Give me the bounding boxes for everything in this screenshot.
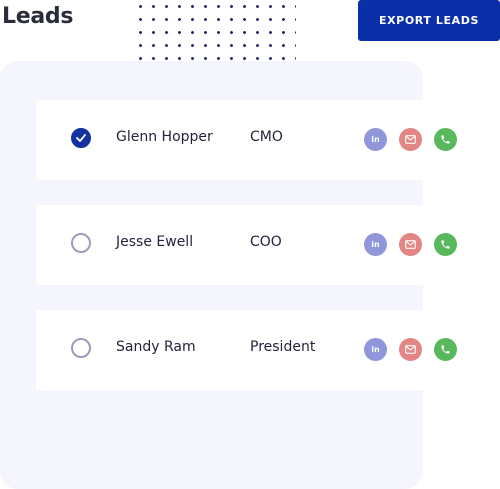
call-button[interactable] xyxy=(434,233,457,256)
call-button[interactable] xyxy=(434,128,457,151)
linkedin-button[interactable]: in xyxy=(364,128,387,151)
linkedin-icon: in xyxy=(371,239,380,249)
lead-name: Glenn Hopper xyxy=(116,129,213,145)
lead-row[interactable]: Glenn Hopper CMO in xyxy=(36,100,500,180)
lead-role: COO xyxy=(250,234,282,250)
linkedin-icon: in xyxy=(371,134,380,144)
phone-icon xyxy=(441,240,450,249)
phone-icon xyxy=(441,135,450,144)
mail-icon xyxy=(405,345,416,354)
lead-role: CMO xyxy=(250,129,283,145)
export-leads-button[interactable]: EXPORT LEADS xyxy=(358,0,500,41)
row-checkbox[interactable] xyxy=(71,338,91,358)
page-title: Leads xyxy=(2,4,74,29)
checkmark-icon xyxy=(76,134,86,142)
lead-row[interactable]: Sandy Ram President in xyxy=(36,310,500,390)
email-button[interactable] xyxy=(399,128,422,151)
mail-icon xyxy=(405,135,416,144)
lead-name: Jesse Ewell xyxy=(116,234,194,250)
call-button[interactable] xyxy=(434,338,457,361)
linkedin-button[interactable]: in xyxy=(364,338,387,361)
mail-icon xyxy=(405,240,416,249)
lead-name: Sandy Ram xyxy=(116,339,196,355)
phone-icon xyxy=(441,345,450,354)
row-checkbox-checked[interactable] xyxy=(71,128,91,148)
email-button[interactable] xyxy=(399,233,422,256)
linkedin-button[interactable]: in xyxy=(364,233,387,256)
lead-row[interactable]: Jesse Ewell COO in xyxy=(36,205,500,285)
row-checkbox[interactable] xyxy=(71,233,91,253)
lead-role: President xyxy=(250,339,316,355)
email-button[interactable] xyxy=(399,338,422,361)
linkedin-icon: in xyxy=(371,344,380,354)
